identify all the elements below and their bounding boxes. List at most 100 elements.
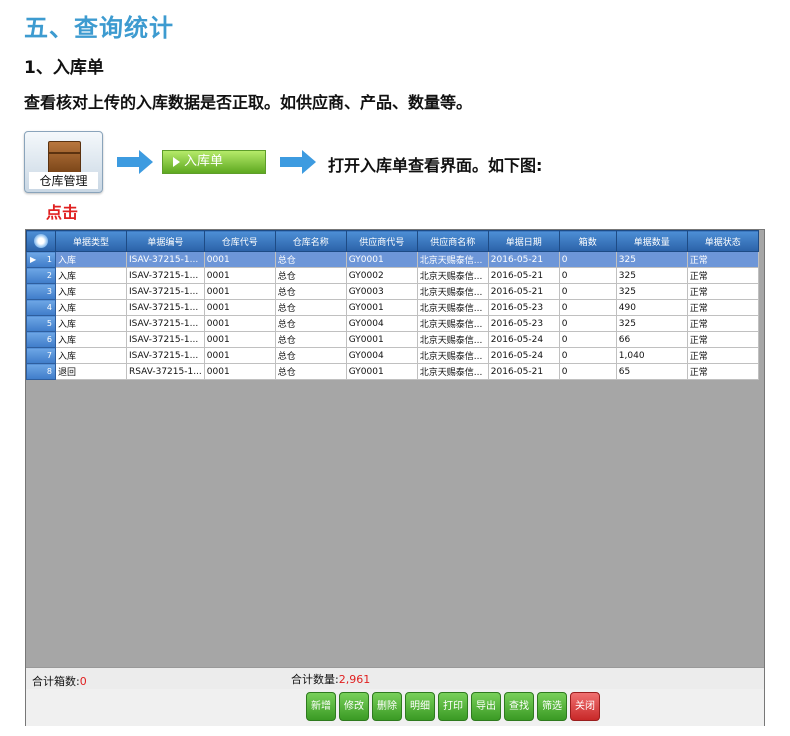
toolbar-button[interactable]: 关闭 <box>570 692 600 721</box>
menu-item-inbound-order[interactable]: 入库单 <box>162 150 266 174</box>
table-cell: GY0001 <box>345 363 418 380</box>
arrow-right-icon <box>280 150 316 174</box>
table-cell: 0001 <box>203 347 276 364</box>
total-boxes-label: 合计箱数: <box>32 675 80 688</box>
table-cell: 入库 <box>55 331 127 348</box>
table-cell: 2016-05-23 <box>487 299 560 316</box>
table-cell: 2016-05-24 <box>487 347 560 364</box>
play-icon <box>173 156 180 167</box>
table-cell: 入库 <box>55 251 127 268</box>
table-row[interactable]: 6 入库 ISAV-37215-1... 0001 总仓 GY0001 北京天赐泰信... 2… <box>26 331 759 348</box>
table-cell: 0 <box>558 283 617 300</box>
column-header[interactable]: 仓库代号 <box>203 230 276 252</box>
table-cell: 0001 <box>203 251 276 268</box>
table-cell: 北京天赐泰信... <box>416 347 489 364</box>
table-cell: 0001 <box>203 283 276 300</box>
column-header[interactable]: 供应商代号 <box>345 230 418 252</box>
toolbar-button[interactable]: 筛选 <box>537 692 567 721</box>
table-cell: ISAV-37215-1... <box>126 347 205 364</box>
row-number: 7 <box>26 347 56 364</box>
table-cell: 正常 <box>686 331 759 348</box>
table-cell: ISAV-37215-1... <box>126 267 205 284</box>
column-header[interactable]: 单据编号 <box>126 230 205 252</box>
toolbar-button[interactable]: 查找 <box>504 692 534 721</box>
table-cell: 总仓 <box>274 267 347 284</box>
table-row[interactable]: 2 入库 ISAV-37215-1... 0001 总仓 GY0002 北京天赐泰信... 2… <box>26 267 759 284</box>
click-hint: 点击 <box>46 203 79 222</box>
total-boxes-value: 0 <box>79 675 87 688</box>
table-cell: 入库 <box>55 267 127 284</box>
table-cell: 总仓 <box>274 347 347 364</box>
table-cell: ISAV-37215-1... <box>126 315 205 332</box>
table-row[interactable]: ▶ 1 入库 ISAV-37215-1... 0001 总仓 GY0001 北京天赐泰信...… <box>26 251 759 268</box>
table-cell: 0 <box>558 251 617 268</box>
button-bar: 新增 修改 删除 明细 打印 导出 查找 筛选 关闭 <box>26 689 764 726</box>
table-row[interactable]: 7 入库 ISAV-37215-1... 0001 总仓 GY0004 北京天赐泰信... 2… <box>26 347 759 364</box>
column-header[interactable]: 仓库名称 <box>274 230 347 252</box>
table-cell: GY0004 <box>345 347 418 364</box>
table-row[interactable]: 3 入库 ISAV-37215-1... 0001 总仓 GY0003 北京天赐泰信... 2… <box>26 283 759 300</box>
warehouse-management-label: 仓库管理 <box>29 172 98 189</box>
table-cell: 65 <box>615 363 688 380</box>
toolbar-button[interactable]: 修改 <box>339 692 369 721</box>
current-row-icon: ▶ <box>30 255 37 264</box>
table-cell: 0 <box>558 299 617 316</box>
toolbar-button[interactable]: 删除 <box>372 692 402 721</box>
warehouse-management-button[interactable]: 仓库管理 <box>24 131 103 193</box>
table-cell: 0 <box>558 267 617 284</box>
menu-item-label: 入库单 <box>184 154 224 169</box>
table-cell: 入库 <box>55 283 127 300</box>
toolbar-button[interactable]: 明细 <box>405 692 435 721</box>
table-cell: ISAV-37215-1... <box>126 299 205 316</box>
table-row[interactable]: 4 入库 ISAV-37215-1... 0001 总仓 GY0001 北京天赐泰信... 2… <box>26 299 759 316</box>
section-title: 五、查询统计 <box>24 14 174 42</box>
row-number: 6 <box>26 331 56 348</box>
table-cell: 325 <box>615 315 688 332</box>
table-cell: 正常 <box>686 267 759 284</box>
inbound-order-window: 单据类型 单据编号 仓库代号 仓库名称 供应商代号 供应商名称 单据日期 箱数 单据数量 单据状态… <box>25 229 765 726</box>
table-cell: ISAV-37215-1... <box>126 251 205 268</box>
column-header[interactable]: 单据日期 <box>487 230 560 252</box>
column-header[interactable]: 箱数 <box>558 230 617 252</box>
column-header[interactable]: 供应商名称 <box>416 230 489 252</box>
open-instruction: 打开入库单查看界面。如下图: <box>328 156 543 175</box>
toolbar-button[interactable]: 打印 <box>438 692 468 721</box>
table-cell: 325 <box>615 283 688 300</box>
table-cell: 0 <box>558 347 617 364</box>
table-cell: 0001 <box>203 299 276 316</box>
table-cell: 0001 <box>203 331 276 348</box>
table-cell: 北京天赐泰信... <box>416 331 489 348</box>
row-number: 4 <box>26 299 56 316</box>
table-row[interactable]: 5 入库 ISAV-37215-1... 0001 总仓 GY0004 北京天赐泰信... 2… <box>26 315 759 332</box>
table-cell: 北京天赐泰信... <box>416 267 489 284</box>
table-cell: RSAV-37215-1... <box>126 363 205 380</box>
column-header[interactable]: 单据类型 <box>55 230 127 252</box>
toolbar-button[interactable]: 新增 <box>306 692 336 721</box>
row-number: ▶ 1 <box>26 251 56 268</box>
table-cell: GY0004 <box>345 315 418 332</box>
table-cell: 2016-05-21 <box>487 251 560 268</box>
column-header[interactable]: 单据状态 <box>686 230 759 252</box>
table-cell: 北京天赐泰信... <box>416 315 489 332</box>
table-cell: 1,040 <box>615 347 688 364</box>
table-cell: 北京天赐泰信... <box>416 299 489 316</box>
table-row[interactable]: 8 退回 RSAV-37215-1... 0001 总仓 GY0001 北京天赐泰信... 2… <box>26 363 759 380</box>
table-cell: 总仓 <box>274 283 347 300</box>
table-cell: 正常 <box>686 251 759 268</box>
table-cell: 总仓 <box>274 251 347 268</box>
row-number: 5 <box>26 315 56 332</box>
table-cell: GY0003 <box>345 283 418 300</box>
table-cell: 325 <box>615 251 688 268</box>
status-bar: 合计箱数:0 合计数量:2,961 <box>26 667 764 690</box>
row-number-label: 1 <box>46 255 52 264</box>
row-number: 3 <box>26 283 56 300</box>
column-header[interactable]: 单据数量 <box>615 230 688 252</box>
table-cell: 北京天赐泰信... <box>416 283 489 300</box>
table-cell: 0 <box>558 315 617 332</box>
table-cell: 2016-05-21 <box>487 267 560 284</box>
toolbar-button[interactable]: 导出 <box>471 692 501 721</box>
table-cell: 0 <box>558 331 617 348</box>
corner-header[interactable] <box>26 230 56 252</box>
table-cell: 总仓 <box>274 315 347 332</box>
row-number: 2 <box>26 267 56 284</box>
